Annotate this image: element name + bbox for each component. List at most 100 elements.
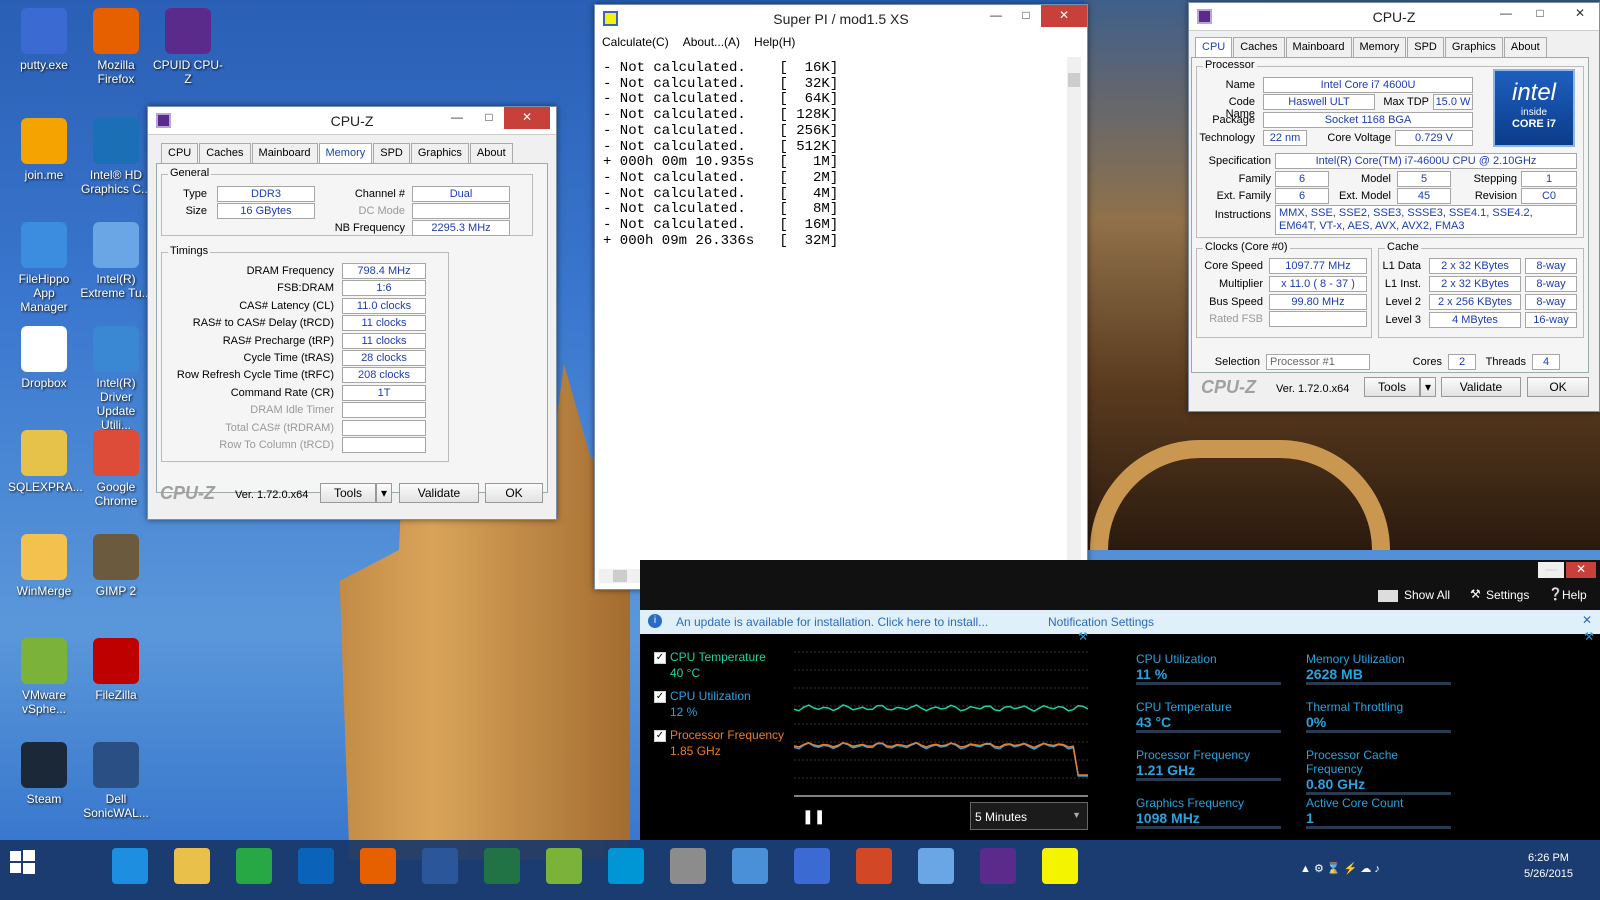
tab-memory[interactable]: Memory [318, 143, 373, 164]
desktop-icon[interactable]: GIMP 2 [80, 534, 152, 598]
vertical-scrollbar[interactable] [1067, 57, 1081, 577]
tools-button[interactable]: Tools [320, 483, 376, 503]
menu-item[interactable]: Calculate(C) [595, 33, 676, 53]
close-icon[interactable]: ✕ [1041, 5, 1087, 27]
show-all-button[interactable]: Show All [1404, 588, 1450, 602]
desktop-icon[interactable]: Google Chrome [80, 430, 152, 508]
desktop-icon[interactable]: WinMerge [8, 534, 80, 598]
desktop-icon[interactable]: Mozilla Firefox [80, 8, 152, 86]
desktop-icon[interactable]: Intel(R) Driver Update Utili... [80, 326, 152, 432]
desktop-icon[interactable]: Intel(R) Extreme Tu... [80, 222, 152, 300]
selection-dropdown[interactable]: Processor #1 [1266, 354, 1370, 370]
maximize-icon[interactable]: □ [1525, 3, 1555, 25]
minimize-icon[interactable]: — [1538, 562, 1564, 578]
close-icon[interactable]: ✕ [1565, 3, 1595, 25]
taskbar-store-icon[interactable] [236, 848, 272, 884]
pause-icon[interactable]: ❚❚ [802, 808, 825, 825]
tab-graphics[interactable]: Graphics [1444, 37, 1503, 57]
taskbar-internet-explorer-icon[interactable] [112, 848, 148, 884]
notification-settings-link[interactable]: Notification Settings [1048, 615, 1154, 629]
title-bar[interactable]: CPU-Z — □ ✕ [148, 107, 556, 135]
title-bar[interactable]: Super PI / mod1.5 XS — □ ✕ [595, 5, 1087, 33]
taskbar-superpi-icon[interactable] [1042, 848, 1078, 884]
desktop-icon[interactable]: join.me [8, 118, 80, 182]
clock-time[interactable]: 6:26 PM [1528, 852, 1569, 864]
desktop-icon[interactable]: Intel® HD Graphics C... [80, 118, 152, 196]
legend-checkbox[interactable]: ✓ [654, 652, 666, 664]
desktop-icon[interactable]: FileHippo App Manager [8, 222, 80, 314]
desktop-icon-label: Intel(R) Extreme Tu... [80, 272, 152, 300]
tab-caches[interactable]: Caches [1233, 37, 1285, 57]
close-notice-icon[interactable]: ✕ [1582, 613, 1592, 627]
taskbar-intel-xtu-icon[interactable] [918, 848, 954, 884]
taskbar-remote-desktop-icon[interactable] [732, 848, 768, 884]
legend-checkbox[interactable]: ✓ [654, 691, 666, 703]
close-icon[interactable]: ✕ [504, 107, 550, 129]
wrench-icon[interactable]: ⚒ [1078, 630, 1088, 643]
title-bar[interactable]: CPU-Z — □ ✕ [1189, 3, 1599, 31]
desktop-icon[interactable]: Dropbox [8, 326, 80, 390]
menu-item[interactable]: About...(A) [676, 33, 747, 53]
tab-mainboard[interactable]: Mainboard [251, 143, 318, 163]
tools-dropdown-button[interactable]: ▾ [376, 483, 392, 503]
show-all-icon[interactable] [1378, 590, 1398, 602]
ok-button[interactable]: OK [485, 483, 543, 503]
tools-button[interactable]: Tools [1364, 377, 1420, 397]
scroll-thumb-h[interactable] [613, 570, 627, 582]
tab-spd[interactable]: SPD [1407, 37, 1444, 57]
legend-checkbox[interactable]: ✓ [654, 730, 666, 742]
close-icon[interactable]: ✕ [1566, 562, 1596, 578]
taskbar-start-icon[interactable] [8, 848, 44, 884]
taskbar-hp-icon[interactable] [608, 848, 644, 884]
taskbar-word-icon[interactable] [422, 848, 458, 884]
taskbar-outlook-icon[interactable] [298, 848, 334, 884]
tab-cpu[interactable]: CPU [1195, 37, 1233, 58]
taskbar-file-explorer-icon[interactable] [174, 848, 210, 884]
maximize-icon[interactable]: □ [474, 107, 504, 129]
minimize-icon[interactable]: — [1491, 3, 1521, 25]
scroll-thumb[interactable] [1068, 73, 1080, 87]
time-range-dropdown[interactable]: 5 Minutes ▼ [970, 802, 1088, 830]
desktop-icon[interactable]: putty.exe [8, 8, 80, 72]
taskbar-putty-icon[interactable] [794, 848, 830, 884]
validate-button[interactable]: Validate [1441, 377, 1521, 397]
taskbar-excel-icon[interactable] [484, 848, 520, 884]
maximize-icon[interactable]: □ [1011, 5, 1041, 27]
minimize-icon[interactable]: — [442, 107, 472, 129]
tab-memory[interactable]: Memory [1352, 37, 1407, 57]
tab-caches[interactable]: Caches [199, 143, 251, 163]
tab-graphics[interactable]: Graphics [410, 143, 469, 163]
system-tray[interactable]: ▲ ⚙ ⌛ ⚡ ☁ ♪ [1300, 862, 1380, 875]
desktop-icon[interactable]: Dell SonicWAL... [80, 742, 152, 820]
validate-button[interactable]: Validate [399, 483, 479, 503]
cache-size-value: 2 x 256 KBytes [1429, 294, 1521, 310]
taskbar-vmware-icon[interactable] [546, 848, 582, 884]
desktop-icon[interactable]: FileZilla [80, 638, 152, 702]
dcmode-value [412, 203, 510, 219]
settings-button[interactable]: Settings [1486, 588, 1529, 602]
tab-about[interactable]: About [1503, 37, 1547, 57]
menu-item[interactable]: Help(H) [747, 33, 802, 53]
desktop-icon[interactable]: Steam [8, 742, 80, 806]
update-notification-bar[interactable]: i An update is available for installatio… [640, 610, 1600, 634]
tab-spd[interactable]: SPD [373, 143, 410, 163]
taskbar-powerpoint-icon[interactable] [856, 848, 892, 884]
help-button[interactable]: Help [1562, 588, 1587, 602]
desktop-icon[interactable]: SQLEXPRA... [8, 430, 83, 494]
tab-mainboard[interactable]: Mainboard [1285, 37, 1352, 57]
minimize-icon[interactable]: — [981, 5, 1011, 27]
ok-button[interactable]: OK [1527, 377, 1589, 397]
tools-dropdown-button[interactable]: ▾ [1420, 377, 1436, 397]
wrench-icon[interactable]: ⚒ [1584, 630, 1594, 643]
settings-icon[interactable]: ⚒ [1470, 587, 1481, 601]
desktop-icon[interactable]: VMware vSphe... [8, 638, 80, 716]
clock-date[interactable]: 5/26/2015 [1524, 868, 1573, 880]
tab-cpu[interactable]: CPU [161, 143, 199, 163]
taskbar-cpuz-icon[interactable] [980, 848, 1016, 884]
taskbar-calculator-icon[interactable] [670, 848, 706, 884]
help-icon[interactable]: ❔ [1548, 587, 1563, 601]
desktop-icon[interactable]: CPUID CPU-Z [152, 8, 224, 86]
tab-about[interactable]: About [469, 143, 513, 163]
update-notice-link[interactable]: An update is available for installation.… [676, 615, 988, 629]
taskbar-firefox-icon[interactable] [360, 848, 396, 884]
